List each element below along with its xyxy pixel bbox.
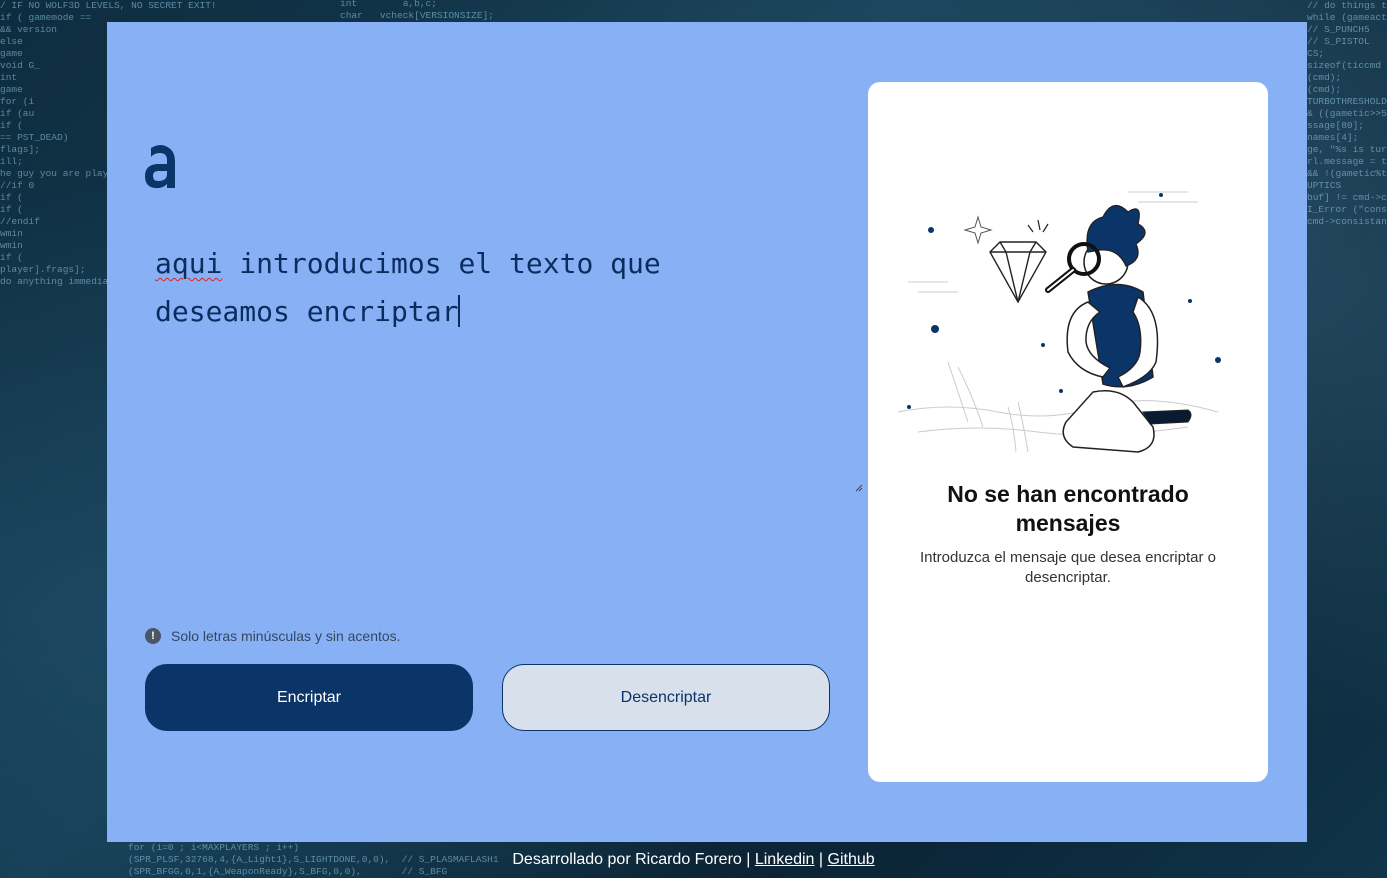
footer-separator: | [741,851,755,868]
resize-handle-icon[interactable] [855,484,863,492]
hint-text: Solo letras minúsculas y sin acentos. [171,628,401,644]
textarea-text-line2: deseamos encriptar [155,295,459,328]
textarea-text-line1: introducimos el texto que [222,247,661,280]
footer-prefix: Desarrollado por [512,851,636,868]
footer: Desarrollado por Ricardo Forero | Linked… [0,851,1387,869]
background-code-left: / IF NO WOLF3D LEVELS, NO SECRET EXIT! i… [0,0,217,287]
output-card: No se han encontrado mensajes Introduzca… [868,82,1268,782]
encrypt-button[interactable]: Encriptar [145,664,473,731]
alura-logo-icon [145,145,175,189]
exclamation-circle-icon: ! [145,628,161,644]
footer-author: Ricardo Forero [635,851,742,868]
footer-separator: | [814,851,828,868]
input-hint: ! Solo letras minúsculas y sin acentos. [145,628,401,644]
linkedin-link[interactable]: Linkedin [755,851,815,868]
no-messages-description: Introduzca el mensaje que desea encripta… [919,549,1216,586]
decrypt-button[interactable]: Desencriptar [502,664,830,731]
person-with-magnifying-glass-illustration [897,191,1221,453]
main-panel: aqui introducimos el texto que deseamos … [107,22,1307,842]
message-textarea[interactable]: aqui introducimos el texto que deseamos … [147,234,863,494]
github-link[interactable]: Github [828,851,875,868]
text-caret [458,295,461,327]
textarea-text-misspelled-word: aqui [155,247,223,280]
no-messages-title: No se han encontrado mensajes [947,481,1189,536]
